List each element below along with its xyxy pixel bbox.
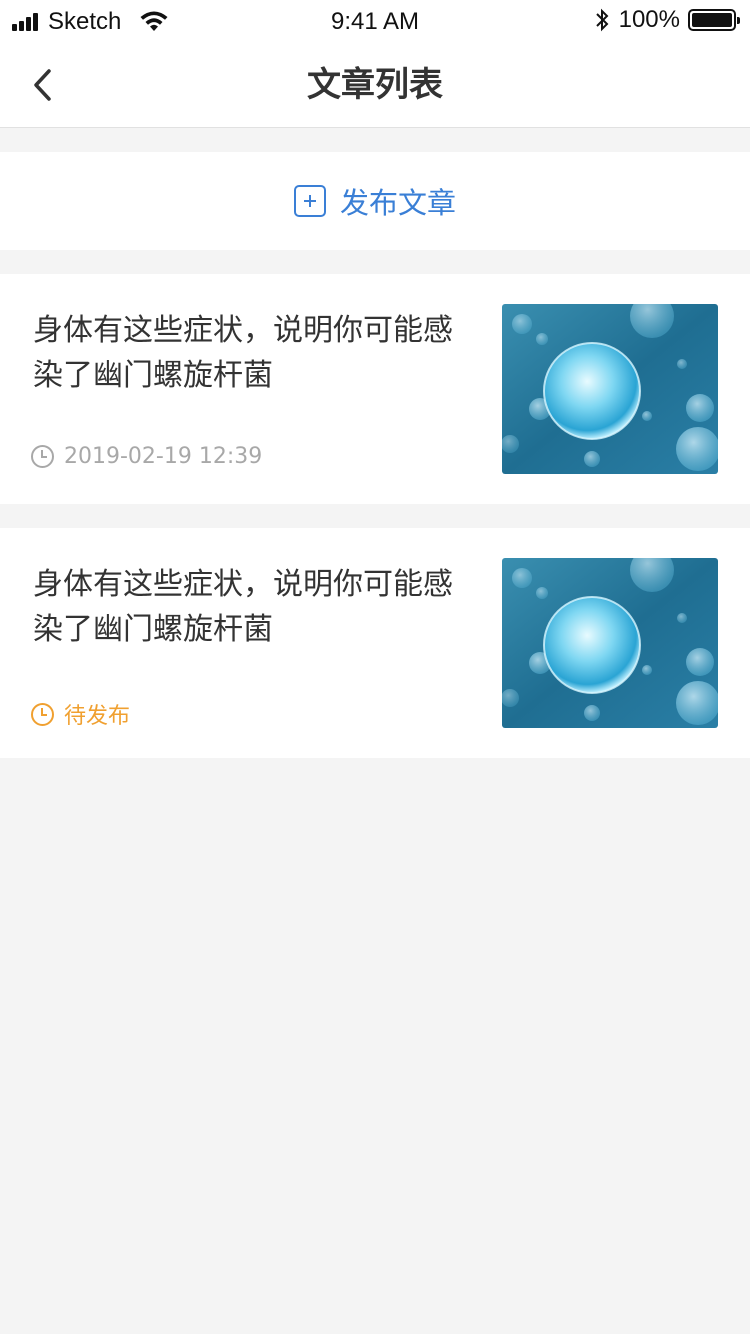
battery-percentage: 100%	[618, 6, 680, 33]
article-thumbnail	[502, 304, 718, 474]
chevron-left-icon	[34, 69, 51, 101]
article-title: 身体有这些症状，说明你可能感染了幽门螺旋杆菌	[33, 313, 453, 393]
article-item[interactable]: 身体有这些症状，说明你可能感染了幽门螺旋杆菌 待发布	[0, 528, 750, 758]
page-title: 文章列表	[307, 65, 443, 105]
nav-bar: 文章列表	[0, 42, 750, 128]
article-title: 身体有这些症状，说明你可能感染了幽门螺旋杆菌	[33, 567, 453, 647]
clock-icon	[31, 445, 54, 468]
status-bar: Sketch 9:41 AM 100%	[0, 0, 750, 42]
bluetooth-icon	[595, 8, 609, 32]
battery-icon	[688, 9, 740, 31]
article-meta: 2019-02-19 12:39	[31, 444, 262, 469]
clock-icon	[31, 702, 54, 726]
screen: Sketch 9:41 AM 100% 文章列表 发布文章 身体有这些症状，说明…	[0, 0, 750, 1334]
back-button[interactable]	[22, 62, 62, 108]
article-date: 2019-02-19 12:39	[64, 444, 263, 469]
article-item[interactable]: 身体有这些症状，说明你可能感染了幽门螺旋杆菌 2019-02-19 12:39	[0, 274, 750, 504]
plus-square-icon	[293, 185, 326, 217]
publish-article-label: 发布文章	[339, 186, 456, 220]
article-meta: 待发布	[31, 698, 130, 730]
article-status: 待发布	[64, 704, 131, 729]
publish-article-button[interactable]: 发布文章	[0, 152, 750, 250]
article-thumbnail	[502, 558, 718, 728]
status-right: 100%	[593, 6, 740, 34]
